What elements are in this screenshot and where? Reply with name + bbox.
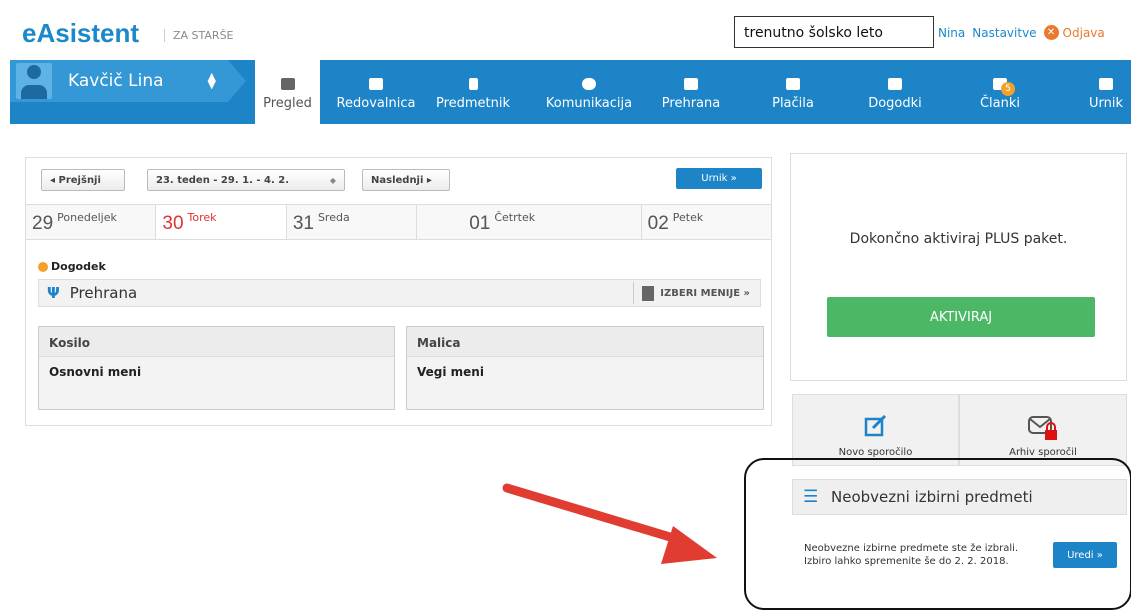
electives-title: Neobvezni izbirni predmeti <box>831 488 1033 506</box>
cube-icon <box>280 78 295 90</box>
event-label: Dogodek <box>51 260 106 273</box>
message-archive-label: Arhiv sporočil <box>1009 447 1077 458</box>
menu-doc-icon <box>642 285 655 301</box>
app-logo[interactable]: eAsistent <box>22 18 139 49</box>
day-name: Ponedeljek <box>57 211 117 224</box>
nav-label: Plačila <box>772 96 814 111</box>
nav-urnik[interactable]: Urnik <box>1086 60 1126 124</box>
settings-link[interactable]: Nastavitve <box>972 26 1036 40</box>
logo-subtitle: ZA STARŠE <box>164 29 234 42</box>
list-icon: ☰ <box>803 487 819 507</box>
meals-title: Prehrana <box>69 284 138 302</box>
event-indicator: Dogodek <box>38 260 106 273</box>
plus-promo-panel: Dokončno aktiviraj PLUS paket. AKTIVIRAJ <box>790 153 1127 381</box>
meal-card-lunch: Kosilo Osnovni meni <box>38 326 395 410</box>
nav-label: Komunikacija <box>545 96 633 111</box>
day-number: 01 <box>469 213 491 234</box>
close-circle-icon: ✕ <box>1043 25 1059 40</box>
updown-arrows-icon: ▲ ▼ <box>207 70 216 91</box>
day-tab-thursday[interactable]: 01 Četrtek <box>417 205 642 239</box>
logout-label: Odjava <box>1062 25 1105 40</box>
nav-komunikacija[interactable]: Komunikacija <box>540 60 638 124</box>
top-links: Nina Nastavitve ✕ Odjava <box>938 25 1105 40</box>
day-tab-wednesday[interactable]: 31 Sreda <box>286 205 418 239</box>
day-name: Torek <box>187 211 217 224</box>
notification-badge: 5 <box>1001 82 1015 96</box>
nav-label: Prehrana <box>661 96 721 111</box>
day-name: Sreda <box>317 211 350 224</box>
caret-left-icon: ◂ <box>50 174 59 186</box>
plus-text: Dokončno aktiviraj PLUS paket. <box>849 231 1068 247</box>
fork-knife-icon: Ψ <box>47 284 60 302</box>
gradebook-icon <box>369 78 383 90</box>
day-number: 29 <box>32 213 54 234</box>
calendar-icon <box>1099 78 1113 90</box>
edit-electives-button[interactable]: Uredi » <box>1053 542 1117 568</box>
weekly-overview-panel: ◂ Prejšnji 23. teden - 29. 1. - 4. 2. ◆ N… <box>25 157 772 426</box>
red-arrow-annotation <box>502 483 717 564</box>
locked-mail-icon <box>1028 416 1057 440</box>
meals-bar: Ψ Prehrana IZBERI MENIJE » <box>38 279 761 307</box>
week-select[interactable]: 23. teden - 29. 1. - 4. 2. ◆ <box>147 169 345 191</box>
chat-icon <box>582 78 596 90</box>
timetable-button[interactable]: Urnik » <box>676 168 762 189</box>
nav-clanki[interactable]: 5 Članki <box>975 60 1025 124</box>
prev-week-label: Prejšnji <box>58 174 101 186</box>
next-week-label: Naslednji <box>371 174 424 186</box>
meal-title: Kosilo <box>39 327 394 357</box>
nav-dogodki[interactable]: Dogodki <box>860 60 930 124</box>
day-name: Četrtek <box>494 211 536 224</box>
edit-icon <box>864 415 886 437</box>
nav-predmetnik[interactable]: Predmetnik <box>428 60 518 124</box>
nav-label: Pregled <box>263 96 312 111</box>
logout-link[interactable]: ✕ Odjava <box>1043 25 1105 40</box>
meal-menu: Vegi meni <box>417 365 484 379</box>
nav-label: Predmetnik <box>435 96 511 111</box>
card-icon <box>888 78 902 90</box>
nav-label: Urnik <box>1088 96 1123 111</box>
prev-week-button[interactable]: ◂ Prejšnji <box>41 169 125 191</box>
nav-label: Redovalnica <box>336 96 416 111</box>
meal-card-snack: Malica Vegi meni <box>406 326 764 410</box>
main-navbar: Kavčič Lina ▲ ▼ Pregled Redovalnica Predm… <box>10 60 1131 130</box>
day-name: Petek <box>672 211 704 224</box>
day-number: 02 <box>647 213 669 234</box>
meal-menu: Osnovni meni <box>49 365 142 379</box>
choose-menu-label: IZBERI MENIJE » <box>660 287 750 299</box>
nav-prehrana[interactable]: Prehrana <box>651 60 731 124</box>
nav-placila[interactable]: Plačila <box>768 60 818 124</box>
message-archive-button[interactable]: Arhiv sporočil <box>959 394 1127 466</box>
updown-arrows-icon: ◆ <box>329 175 336 185</box>
new-message-label: Novo sporočilo <box>838 447 913 458</box>
student-avatar-icon <box>16 63 52 99</box>
article-icon: 5 <box>993 78 1015 96</box>
school-year-select[interactable]: trenutno šolsko leto <box>734 16 934 48</box>
book-icon <box>468 78 478 90</box>
caret-right-icon: ▸ <box>423 174 432 186</box>
day-number: 30 <box>162 213 184 234</box>
day-tabs: 29 Ponedeljek 30 Torek 31 Sreda 01 Četrtek 0… <box>26 204 772 240</box>
new-message-button[interactable]: Novo sporočilo <box>792 394 959 466</box>
event-dot-icon <box>38 261 48 272</box>
day-tab-monday[interactable]: 29 Ponedeljek <box>26 205 157 239</box>
meal-title: Malica <box>407 327 763 357</box>
nav-redovalnica[interactable]: Redovalnica <box>336 60 416 124</box>
food-icon <box>684 78 698 90</box>
card-icon <box>786 78 800 90</box>
student-name: Kavčič Lina <box>68 71 164 91</box>
nav-pregled[interactable]: Pregled <box>255 60 320 130</box>
activate-button[interactable]: AKTIVIRAJ <box>827 297 1095 337</box>
nav-label: Dogodki <box>868 96 922 111</box>
day-tab-tuesday[interactable]: 30 Torek <box>156 205 287 239</box>
electives-text: Neobvezne izbirne predmete ste že izbral… <box>804 543 1019 567</box>
nav-label: Članki <box>979 96 1021 111</box>
day-tab-friday[interactable]: 02 Petek <box>641 205 772 239</box>
next-week-button[interactable]: Naslednji ▸ <box>362 169 450 191</box>
electives-header: ☰ Neobvezni izbirni predmeti <box>792 479 1127 515</box>
student-selector[interactable]: Kavčič Lina ▲ ▼ <box>10 60 246 102</box>
week-label: 23. teden - 29. 1. - 4. 2. <box>156 174 289 186</box>
choose-menu-button[interactable]: IZBERI MENIJE » <box>633 282 750 304</box>
day-number: 31 <box>292 213 314 234</box>
user-link[interactable]: Nina <box>938 26 965 40</box>
